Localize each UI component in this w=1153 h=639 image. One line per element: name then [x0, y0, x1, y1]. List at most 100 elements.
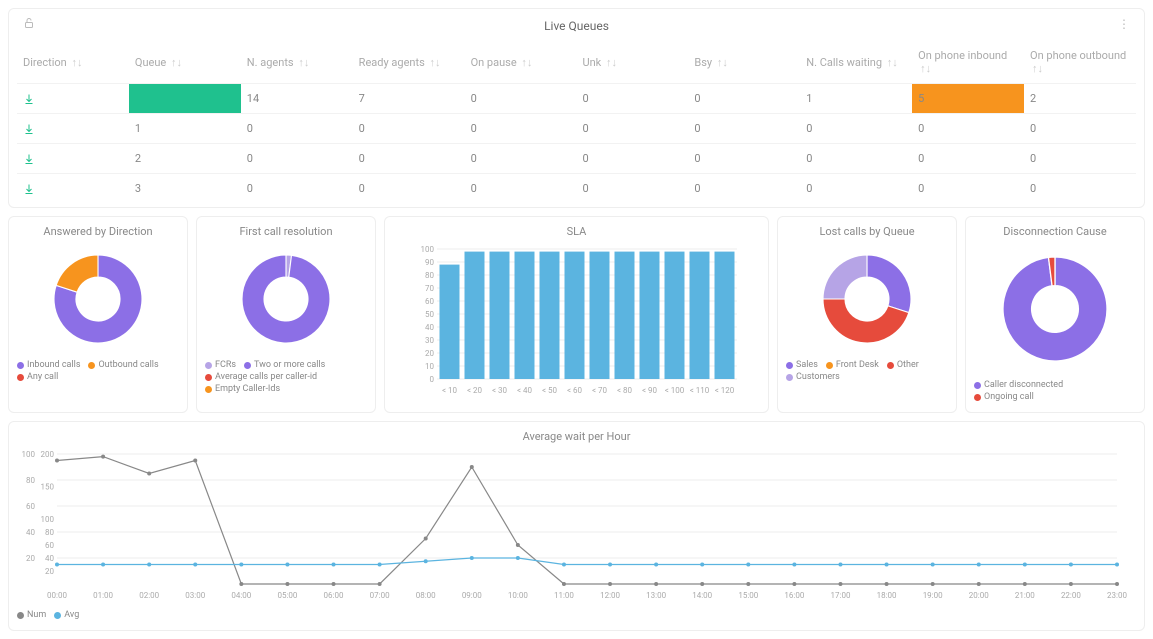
svg-text:100: 100: [41, 515, 55, 524]
legend-item: Empty Caller-Ids: [205, 384, 280, 394]
svg-text:00:00: 00:00: [47, 591, 67, 600]
legend-item: FCRs: [205, 360, 236, 370]
column-header[interactable]: On pause ↑↓: [465, 41, 577, 84]
table-cell: 3: [129, 174, 241, 200]
svg-text:200: 200: [41, 450, 55, 459]
table-cell: 0: [465, 84, 577, 114]
svg-text:30: 30: [425, 336, 434, 345]
table-cell: 0: [800, 114, 912, 144]
svg-text:03:00: 03:00: [185, 591, 205, 600]
svg-text:80: 80: [26, 476, 35, 485]
svg-text:08:00: 08:00: [416, 591, 436, 600]
sort-icon: ↑↓: [606, 56, 617, 69]
download-icon[interactable]: [23, 93, 123, 105]
svg-text:< 50: < 50: [541, 386, 557, 395]
svg-text:< 110: < 110: [689, 386, 709, 395]
download-icon[interactable]: [23, 123, 123, 135]
svg-text:150: 150: [41, 483, 55, 492]
table-cell: 2: [129, 144, 241, 174]
table-cell: 1: [129, 114, 241, 144]
column-header[interactable]: On phone inbound ↑↓: [912, 41, 1024, 84]
svg-text:14:00: 14:00: [692, 591, 712, 600]
svg-text:40: 40: [45, 554, 54, 563]
lost-chart: Lost calls by Queue SalesFront DeskOther…: [777, 216, 957, 413]
legend-item: Two or more calls: [244, 360, 325, 370]
chart-title: Average wait per Hour: [17, 430, 1136, 443]
svg-text:100: 100: [22, 450, 36, 459]
svg-text:< 100: < 100: [664, 386, 684, 395]
svg-text:50: 50: [425, 310, 434, 319]
column-header[interactable]: Bsy ↑↓: [688, 41, 800, 84]
svg-text:05:00: 05:00: [277, 591, 297, 600]
sort-icon: ↑↓: [521, 56, 532, 69]
svg-text:15:00: 15:00: [738, 591, 758, 600]
svg-text:11:00: 11:00: [554, 591, 574, 600]
sort-icon: ↑↓: [717, 56, 728, 69]
table-cell: 0: [688, 84, 800, 114]
svg-text:0: 0: [429, 375, 434, 384]
column-header[interactable]: Direction ↑↓: [17, 41, 129, 84]
legend-item: Other: [887, 360, 919, 370]
table-cell: [17, 114, 129, 144]
column-header[interactable]: Unk ↑↓: [576, 41, 688, 84]
table-title: Live Queues: [544, 19, 609, 33]
sla-chart: SLA 0102030405060708090100< 10< 20< 30< …: [384, 216, 769, 413]
svg-text:80: 80: [425, 271, 434, 280]
table-cell: 0: [912, 144, 1024, 174]
table-cell: [17, 84, 129, 114]
table-cell: 0: [800, 144, 912, 174]
table-cell: 0: [800, 174, 912, 200]
table-cell: [17, 144, 129, 174]
live-queues-table: Direction ↑↓Queue ↑↓N. agents ↑↓Ready ag…: [17, 41, 1136, 199]
table-cell: 2: [1024, 84, 1136, 114]
more-icon[interactable]: ⋮: [1118, 17, 1130, 31]
table-cell: 0: [241, 114, 353, 144]
svg-text:70: 70: [425, 284, 434, 293]
sort-icon: ↑↓: [920, 62, 931, 75]
svg-text:< 10: < 10: [441, 386, 457, 395]
table-cell: 0: [688, 174, 800, 200]
table-cell: 7: [353, 84, 465, 114]
legend-item: Front Desk: [826, 360, 879, 370]
table-cell: 5: [912, 84, 1024, 114]
svg-text:< 120: < 120: [714, 386, 734, 395]
column-header[interactable]: N. Calls waiting ↑↓: [800, 41, 912, 84]
svg-text:40: 40: [26, 528, 35, 537]
table-cell: 0: [353, 114, 465, 144]
live-queues-panel: Live Queues ⋮ Direction ↑↓Queue ↑↓N. age…: [8, 8, 1145, 208]
column-header[interactable]: On phone outbound ↑↓: [1024, 41, 1136, 84]
table-cell: 0: [465, 144, 577, 174]
table-cell: [129, 84, 241, 114]
svg-text:21:00: 21:00: [1015, 591, 1035, 600]
svg-text:04:00: 04:00: [231, 591, 251, 600]
svg-text:< 60: < 60: [566, 386, 582, 395]
table-cell: 0: [576, 114, 688, 144]
table-cell: 0: [576, 144, 688, 174]
disc-chart: Disconnection Cause Caller disconnectedO…: [965, 216, 1145, 413]
sort-icon: ↑↓: [1032, 62, 1043, 75]
sort-icon: ↑↓: [171, 56, 182, 69]
sort-icon: ↑↓: [887, 56, 898, 69]
legend-item: Caller disconnected: [974, 380, 1063, 390]
chart-title: First call resolution: [239, 225, 332, 238]
svg-text:< 80: < 80: [616, 386, 632, 395]
download-icon[interactable]: [23, 153, 123, 165]
chart-title: Disconnection Cause: [1003, 225, 1106, 238]
svg-text:22:00: 22:00: [1061, 591, 1081, 600]
download-icon[interactable]: [23, 183, 123, 195]
svg-text:18:00: 18:00: [877, 591, 897, 600]
svg-text:60: 60: [45, 541, 54, 550]
legend-item: Average calls per caller-id: [205, 372, 317, 382]
table-cell: 0: [1024, 144, 1136, 174]
column-header[interactable]: Queue ↑↓: [129, 41, 241, 84]
table-cell: 0: [1024, 174, 1136, 200]
table-cell: 14: [241, 84, 353, 114]
column-header[interactable]: Ready agents ↑↓: [353, 41, 465, 84]
svg-text:12:00: 12:00: [600, 591, 620, 600]
svg-text:80: 80: [45, 528, 54, 537]
legend-item: Num: [17, 610, 46, 620]
table-cell: 0: [576, 84, 688, 114]
table-scroll[interactable]: Direction ↑↓Queue ↑↓N. agents ↑↓Ready ag…: [17, 41, 1136, 199]
table-cell: 0: [465, 174, 577, 200]
column-header[interactable]: N. agents ↑↓: [241, 41, 353, 84]
